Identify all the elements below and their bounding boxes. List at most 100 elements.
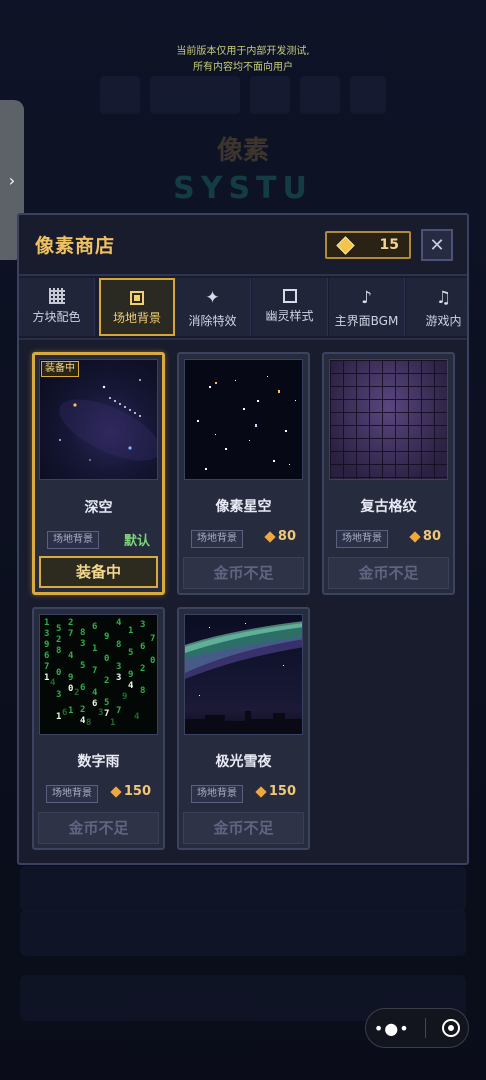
price-value: 80 [422, 529, 441, 544]
item-name: 数字雨 [77, 754, 120, 770]
svg-text:9: 9 [128, 670, 133, 680]
background-row [20, 910, 466, 956]
equipped-badge: 装备中 [41, 361, 79, 377]
price-value: 150 [268, 784, 296, 799]
svg-text:3: 3 [98, 708, 103, 718]
price-value: 150 [123, 784, 151, 799]
svg-text:2: 2 [104, 676, 109, 686]
item-name: 像素星空 [215, 499, 272, 515]
svg-text:6: 6 [62, 708, 67, 718]
svg-text:9: 9 [68, 673, 73, 683]
close-icon: ✕ [429, 234, 445, 256]
svg-text:9: 9 [122, 692, 127, 702]
svg-text:1: 1 [68, 706, 73, 716]
svg-text:6: 6 [92, 699, 97, 709]
item-price: 150 [255, 784, 296, 799]
svg-text:6: 6 [44, 651, 49, 661]
item-category: 场地背景 [47, 531, 99, 549]
coin-icon [255, 785, 267, 798]
dev-notice-line1: 当前版本仅用于内部开发测试, [176, 46, 310, 57]
item-price: 80 [264, 529, 296, 544]
preview-retro-grid [329, 359, 448, 480]
insufficient-coins-button[interactable]: 金币不足 [183, 812, 304, 844]
tab-label: 游戏内 [425, 314, 462, 328]
sparkle-icon: ✦ [205, 288, 220, 308]
tab-label: 场地背景 [112, 311, 161, 325]
svg-text:6: 6 [80, 683, 85, 693]
shop-item-card[interactable]: 极光雪夜 场地背景 150 金币不足 [177, 607, 310, 850]
equipped-button[interactable]: 装备中 [39, 556, 158, 588]
preview-pixel-starry-sky [184, 359, 303, 480]
insufficient-coins-button[interactable]: 金币不足 [38, 812, 159, 844]
svg-text:5: 5 [128, 648, 133, 658]
dev-notice: 当前版本仅用于内部开发测试, 所有内容均不面向用户 [0, 44, 486, 76]
svg-text:0: 0 [56, 668, 61, 678]
coin-icon [110, 785, 122, 798]
square-outline-icon [282, 289, 297, 303]
svg-text:9: 9 [44, 640, 49, 650]
dev-notice-line2: 所有内容均不面向用户 [193, 62, 293, 73]
shop-item-card[interactable]: 13967 52803 27491 83562 6174 9025 4837 1… [32, 607, 165, 850]
svg-text:7: 7 [92, 666, 97, 676]
svg-text:7: 7 [116, 706, 121, 716]
svg-text:3: 3 [116, 673, 121, 683]
shop-panel: 像素商店 15 ✕ 方块配色 场地背景 ✦ 消除特效 幽灵样式 ♪ 主界面BGM… [17, 213, 469, 865]
tab-ghost-style[interactable]: 幽灵样式 [252, 278, 328, 336]
grid-icon [48, 288, 65, 304]
background-hud [100, 76, 390, 116]
chevron-right-icon: › [8, 170, 16, 190]
coin-icon [264, 530, 276, 543]
exit-target-icon[interactable] [442, 1019, 461, 1037]
svg-text:1: 1 [92, 644, 97, 654]
svg-text:4: 4 [68, 651, 74, 661]
tab-label: 主界面BGM [334, 314, 399, 328]
tab-clear-effects[interactable]: ✦ 消除特效 [175, 278, 251, 336]
svg-text:7: 7 [150, 634, 155, 644]
item-name: 深空 [84, 500, 113, 516]
svg-text:4: 4 [80, 716, 86, 726]
preview-deep-space [39, 359, 158, 480]
background-row [20, 866, 466, 912]
svg-text:8: 8 [140, 686, 145, 696]
svg-text:4: 4 [134, 712, 140, 722]
tab-label: 幽灵样式 [265, 309, 314, 323]
tab-label: 方块配色 [32, 310, 81, 324]
insufficient-coins-button[interactable]: 金币不足 [183, 557, 304, 589]
insufficient-coins-button[interactable]: 金币不足 [328, 557, 449, 589]
svg-text:1: 1 [110, 718, 115, 728]
shop-item-card[interactable]: 装备中 深空 场地背景 默认 装备中 [32, 352, 165, 595]
svg-text:0: 0 [104, 654, 109, 664]
background-title: 像素 SYSTU [0, 130, 486, 206]
music-notes-icon: ♫ [435, 288, 452, 308]
item-category: 场地背景 [46, 785, 98, 803]
frame-icon [130, 291, 144, 305]
item-category: 场地背景 [191, 530, 243, 548]
svg-text:4: 4 [128, 681, 134, 691]
svg-text:3: 3 [44, 629, 49, 639]
close-button[interactable]: ✕ [421, 229, 453, 261]
tab-ingame-bgm[interactable]: ♫ 游戏内 [406, 278, 467, 336]
price-value: 80 [277, 529, 296, 544]
svg-text:8: 8 [116, 640, 121, 650]
svg-text:1: 1 [56, 712, 61, 722]
svg-text:0: 0 [150, 656, 155, 666]
svg-text:3: 3 [116, 662, 121, 672]
svg-text:1: 1 [44, 618, 49, 628]
preview-aurora-snow-night [184, 614, 303, 735]
coin-icon [409, 530, 421, 543]
item-name: 复古格纹 [360, 499, 417, 515]
svg-text:1: 1 [128, 626, 133, 636]
category-tabs: 方块配色 场地背景 ✦ 消除特效 幽灵样式 ♪ 主界面BGM ♫ 游戏内 [19, 278, 467, 340]
tab-field-background[interactable]: 场地背景 [99, 278, 175, 336]
shop-item-card[interactable]: 复古格纹 场地背景 80 金币不足 [322, 352, 455, 595]
tab-block-colors[interactable]: 方块配色 [19, 278, 95, 336]
svg-text:8: 8 [56, 646, 61, 656]
svg-text:2: 2 [80, 705, 85, 715]
tab-main-bgm[interactable]: ♪ 主界面BGM [329, 278, 405, 336]
svg-text:6: 6 [140, 642, 145, 652]
svg-text:4: 4 [92, 688, 98, 698]
svg-text:5: 5 [56, 624, 61, 634]
shop-item-card[interactable]: 像素星空 场地背景 80 金币不足 [177, 352, 310, 595]
tab-label: 消除特效 [188, 314, 237, 328]
more-options-icon[interactable]: •●• [374, 1019, 410, 1038]
